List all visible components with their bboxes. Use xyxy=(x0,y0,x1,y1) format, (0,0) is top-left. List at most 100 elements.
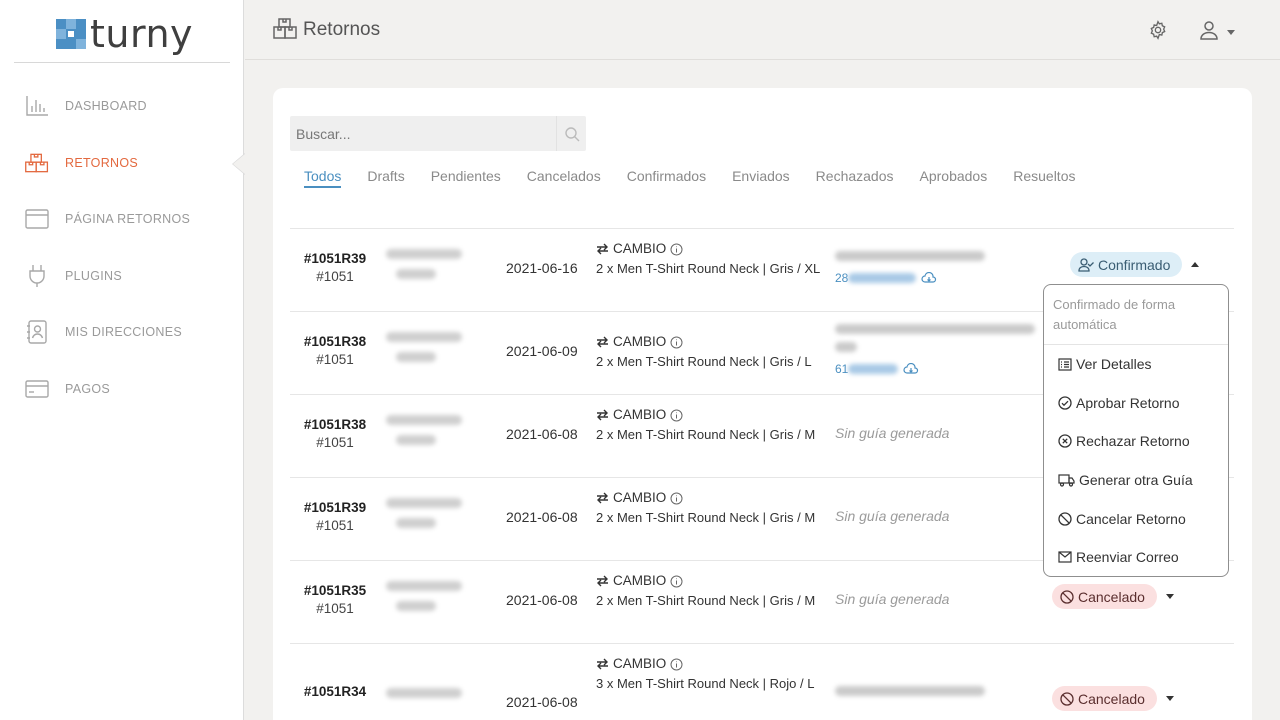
order-id[interactable]: #1051 xyxy=(290,518,380,533)
tab-enviados[interactable]: Enviados xyxy=(732,168,790,188)
active-indicator-fill xyxy=(233,153,245,174)
search-input[interactable] xyxy=(290,125,552,142)
cloud-download-icon[interactable] xyxy=(921,271,937,284)
order-id[interactable]: #1051 xyxy=(290,352,380,367)
info-icon[interactable] xyxy=(670,658,683,671)
user-menu[interactable] xyxy=(1199,20,1235,45)
user-icon xyxy=(1199,20,1219,45)
product-cell: CAMBIO 2 x Men T-Shirt Round Neck | Gris… xyxy=(596,239,822,279)
product-cell: CAMBIO 2 x Men T-Shirt Round Neck | Gris… xyxy=(596,405,822,445)
status-cell: Cancelado xyxy=(1052,686,1174,711)
status-cell: Confirmado xyxy=(1070,252,1200,277)
ban-icon xyxy=(1058,512,1072,526)
sidebar-item-label: DASHBOARD xyxy=(65,99,147,114)
return-date: 2021-06-09 xyxy=(506,343,578,359)
info-icon[interactable] xyxy=(670,575,683,588)
customer-name-blurred xyxy=(386,249,472,289)
x-circle-icon xyxy=(1058,434,1072,449)
customer-name-blurred xyxy=(386,415,472,455)
return-id[interactable]: #1051R38 xyxy=(290,417,380,432)
menu-item-cancelar[interactable]: Cancelar Retorno xyxy=(1044,499,1228,538)
gear-icon[interactable] xyxy=(1148,20,1168,45)
search-box xyxy=(290,116,586,151)
menu-header: Confirmado de forma automática xyxy=(1044,285,1228,345)
return-date: 2021-06-08 xyxy=(506,694,578,710)
status-label: Cancelado xyxy=(1078,588,1145,605)
tab-confirmados[interactable]: Confirmados xyxy=(627,168,706,188)
sidebar-item-mis-direcciones[interactable]: MIS DIRECCIONES xyxy=(0,304,244,361)
chevron-down-icon[interactable] xyxy=(1165,696,1174,701)
status-cell: Cancelado xyxy=(1052,584,1174,609)
menu-item-reenviar-correo[interactable]: Reenviar Correo xyxy=(1044,538,1228,577)
exchange-icon xyxy=(597,336,608,348)
return-id[interactable]: #1051R39 xyxy=(290,500,380,515)
return-id[interactable]: #1051R35 xyxy=(290,583,380,598)
tab-drafts[interactable]: Drafts xyxy=(367,168,404,188)
return-id-cell: #1051R38 #1051 xyxy=(290,417,380,450)
product-line: 2 x Men T-Shirt Round Neck | Gris / M xyxy=(596,427,816,442)
guide-number[interactable]: 61 xyxy=(835,362,848,376)
info-icon[interactable] xyxy=(670,336,683,349)
search-icon[interactable] xyxy=(556,116,586,151)
tab-todos[interactable]: Todos xyxy=(304,168,342,188)
tab-rechazados[interactable]: Rechazados xyxy=(816,168,894,188)
sidebar-item-dashboard[interactable]: DASHBOARD xyxy=(0,78,244,135)
guide-number[interactable]: 28 xyxy=(835,271,848,285)
sidebar: turny DASHBOARD RETORNOS PÁGINA RETORNOS xyxy=(0,0,245,720)
status-actions-menu: Confirmado de forma automática Ver Detal… xyxy=(1043,284,1229,577)
exchange-icon xyxy=(597,658,608,670)
return-date: 2021-06-08 xyxy=(506,426,578,442)
boxes-icon xyxy=(273,18,297,45)
menu-item-ver-detalles[interactable]: Ver Detalles xyxy=(1044,345,1228,384)
exchange-icon xyxy=(597,243,608,255)
logo-mark-icon xyxy=(56,19,86,49)
menu-item-generar-guia[interactable]: Generar otra Guía xyxy=(1044,461,1228,500)
return-type: CAMBIO xyxy=(613,490,667,505)
chevron-up-icon[interactable] xyxy=(1191,262,1200,267)
tab-resueltos[interactable]: Resueltos xyxy=(1013,168,1075,188)
sidebar-item-retornos[interactable]: RETORNOS xyxy=(0,135,245,192)
cloud-download-icon[interactable] xyxy=(903,362,919,375)
status-badge[interactable]: Cancelado xyxy=(1052,686,1157,711)
return-date: 2021-06-16 xyxy=(506,260,578,276)
menu-item-aprobar[interactable]: Aprobar Retorno xyxy=(1044,384,1228,423)
sidebar-item-label: PAGOS xyxy=(65,381,111,396)
tab-cancelados[interactable]: Cancelados xyxy=(527,168,601,188)
order-id[interactable]: #1051 xyxy=(290,435,380,450)
return-id-cell: #1051R34 xyxy=(290,684,380,699)
boxes-icon xyxy=(24,150,50,176)
credit-card-icon xyxy=(24,376,50,402)
brand-logo[interactable]: turny xyxy=(56,14,193,54)
tab-pendientes[interactable]: Pendientes xyxy=(431,168,501,188)
status-badge[interactable]: Confirmado xyxy=(1070,252,1183,277)
sidebar-item-label: MIS DIRECCIONES xyxy=(65,325,183,340)
sidebar-item-label: RETORNOS xyxy=(65,155,139,170)
info-icon[interactable] xyxy=(670,492,683,505)
return-id[interactable]: #1051R34 xyxy=(290,684,380,699)
chevron-down-icon[interactable] xyxy=(1165,594,1174,599)
customer-name-blurred xyxy=(386,498,472,538)
return-id[interactable]: #1051R38 xyxy=(290,334,380,349)
return-id[interactable]: #1051R39 xyxy=(290,251,380,266)
sidebar-item-pagina-retornos[interactable]: PÁGINA RETORNOS xyxy=(0,191,244,248)
status-tabs: Todos Drafts Pendientes Cancelados Confi… xyxy=(304,168,1101,188)
order-id[interactable]: #1051 xyxy=(290,601,380,616)
customer-name-blurred xyxy=(386,332,472,372)
info-icon[interactable] xyxy=(670,243,683,256)
sidebar-item-label: PÁGINA RETORNOS xyxy=(65,212,191,227)
chevron-down-icon xyxy=(1227,30,1235,35)
brand-name: turny xyxy=(90,12,194,56)
topbar: Retornos xyxy=(245,0,1280,60)
table-row[interactable]: #1051R34 2021-06-08 CAMBIO 3 x Men T-Shi… xyxy=(290,643,1234,720)
divider xyxy=(14,62,230,63)
order-id[interactable]: #1051 xyxy=(290,269,380,284)
product-cell: CAMBIO 2 x Men T-Shirt Round Neck | Gris… xyxy=(596,488,822,528)
sidebar-item-pagos[interactable]: PAGOS xyxy=(0,361,244,418)
return-id-cell: #1051R35 #1051 xyxy=(290,583,380,616)
status-badge[interactable]: Cancelado xyxy=(1052,584,1157,609)
tab-aprobados[interactable]: Aprobados xyxy=(920,168,988,188)
sidebar-item-plugins[interactable]: PLUGINS xyxy=(0,248,244,305)
menu-item-rechazar[interactable]: Rechazar Retorno xyxy=(1044,422,1228,461)
info-icon[interactable] xyxy=(670,409,683,422)
bar-chart-icon xyxy=(24,93,50,119)
